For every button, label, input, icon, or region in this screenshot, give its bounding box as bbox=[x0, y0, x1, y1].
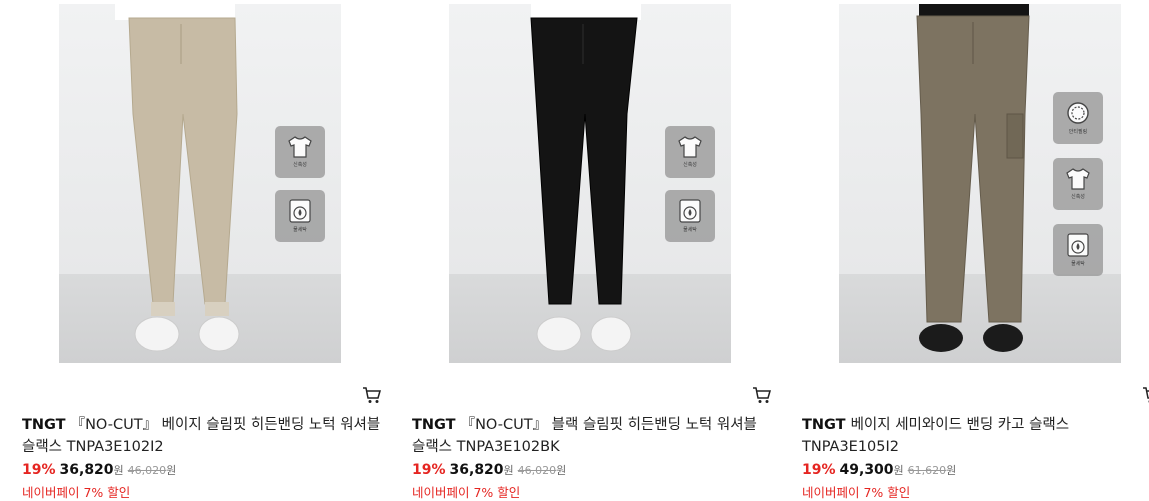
original-price: 61,620 bbox=[907, 464, 947, 477]
naverpay-promo: 네이버페이 7% 할인 bbox=[412, 485, 521, 500]
pants bbox=[530, 17, 638, 305]
discount-rate: 19% bbox=[412, 462, 446, 478]
shoe bbox=[590, 316, 632, 352]
product-card[interactable]: 안티필링 신축성 물세탁 TNGT 베이지 세미와이드 밴딩 카고 슬랙스 TNP… bbox=[802, 0, 1149, 501]
badge-label: 물세탁 bbox=[293, 227, 307, 233]
cart-icon[interactable] bbox=[1142, 386, 1149, 404]
currency-unit: 원 bbox=[893, 464, 904, 477]
shoe bbox=[919, 324, 963, 352]
discount-rate: 19% bbox=[802, 462, 836, 478]
feature-badge-washable: 물세탁 bbox=[275, 190, 325, 242]
badge-label: 안티필링 bbox=[1068, 129, 1088, 135]
badge-label: 신축성 bbox=[293, 162, 307, 168]
tshirt-icon bbox=[288, 136, 312, 158]
pants-figure bbox=[530, 4, 641, 352]
currency-unit: 원 bbox=[113, 464, 124, 477]
washing-machine-icon bbox=[1067, 233, 1089, 257]
product-image[interactable]: 신축성 물세탁 bbox=[59, 4, 341, 363]
cart-icon[interactable] bbox=[752, 386, 772, 404]
badge-label: 신축성 bbox=[1071, 194, 1085, 200]
product-brand: TNGT bbox=[802, 417, 846, 433]
discount-rate: 19% bbox=[22, 462, 56, 478]
price-row: 19% 36,820원 46,020원 bbox=[412, 462, 570, 478]
product-name: 『NO-CUT』 베이지 슬림핏 히든밴딩 노턱 워셔블 슬랙스 TNPA3E1… bbox=[22, 417, 381, 455]
shoe bbox=[198, 316, 240, 352]
product-brand: TNGT bbox=[412, 417, 456, 433]
product-card[interactable]: 신축성 물세탁 TNGT 『NO-CUT』 블랙 슬림핏 히든밴딩 노턱 워셔블 … bbox=[412, 0, 772, 501]
feature-badge-washable: 물세탁 bbox=[1053, 224, 1103, 276]
pants-figure bbox=[115, 4, 240, 352]
currency-unit: 원 bbox=[503, 464, 514, 477]
feature-badge-stretch: 신축성 bbox=[275, 126, 325, 178]
washing-machine-icon bbox=[289, 199, 311, 223]
shoe bbox=[134, 316, 180, 352]
feature-badge-stretch: 신축성 bbox=[665, 126, 715, 178]
shoe bbox=[536, 316, 582, 352]
product-title[interactable]: TNGT 베이지 세미와이드 밴딩 카고 슬랙스 TNPA3E105I2 bbox=[802, 414, 1149, 458]
badge-label: 신축성 bbox=[683, 162, 697, 168]
product-title[interactable]: TNGT 『NO-CUT』 베이지 슬림핏 히든밴딩 노턱 워셔블 슬랙스 TNP… bbox=[22, 414, 382, 458]
cart-icon[interactable] bbox=[362, 386, 382, 404]
product-image[interactable]: 신축성 물세탁 bbox=[449, 4, 731, 363]
currency-unit: 원 bbox=[166, 464, 177, 477]
sale-price: 36,820 bbox=[59, 462, 114, 478]
product-name: 『NO-CUT』 블랙 슬림핏 히든밴딩 노턱 워셔블 슬랙스 TNPA3E10… bbox=[412, 417, 757, 455]
anti-pilling-icon bbox=[1067, 102, 1089, 124]
product-title[interactable]: TNGT 『NO-CUT』 블랙 슬림핏 히든밴딩 노턱 워셔블 슬랙스 TNPA… bbox=[412, 414, 772, 458]
product-card[interactable]: 신축성 물세탁 TNGT 『NO-CUT』 베이지 슬림핏 히든밴딩 노턱 워셔블… bbox=[22, 0, 382, 501]
badge-label: 물세탁 bbox=[683, 227, 697, 233]
product-image[interactable]: 안티필링 신축성 물세탁 bbox=[839, 4, 1121, 363]
tshirt-icon bbox=[1066, 168, 1090, 190]
badge-label: 물세탁 bbox=[1071, 261, 1085, 267]
currency-unit: 원 bbox=[946, 464, 957, 477]
naverpay-promo: 네이버페이 7% 할인 bbox=[22, 485, 131, 500]
sale-price: 36,820 bbox=[449, 462, 504, 478]
shoe bbox=[983, 324, 1023, 352]
feature-badge-washable: 물세탁 bbox=[665, 190, 715, 242]
feature-badge-anti-pilling: 안티필링 bbox=[1053, 92, 1103, 144]
naverpay-promo: 네이버페이 7% 할인 bbox=[802, 485, 911, 500]
price-row: 19% 49,300원 61,620원 bbox=[802, 462, 960, 478]
original-price: 46,020 bbox=[517, 464, 557, 477]
product-brand: TNGT bbox=[22, 417, 66, 433]
feature-badge-stretch: 신축성 bbox=[1053, 158, 1103, 210]
price-row: 19% 36,820원 46,020원 bbox=[22, 462, 180, 478]
washing-machine-icon bbox=[679, 199, 701, 223]
currency-unit: 원 bbox=[556, 464, 567, 477]
tshirt-icon bbox=[678, 136, 702, 158]
original-price: 46,020 bbox=[127, 464, 167, 477]
sale-price: 49,300 bbox=[839, 462, 894, 478]
pants bbox=[128, 17, 238, 305]
